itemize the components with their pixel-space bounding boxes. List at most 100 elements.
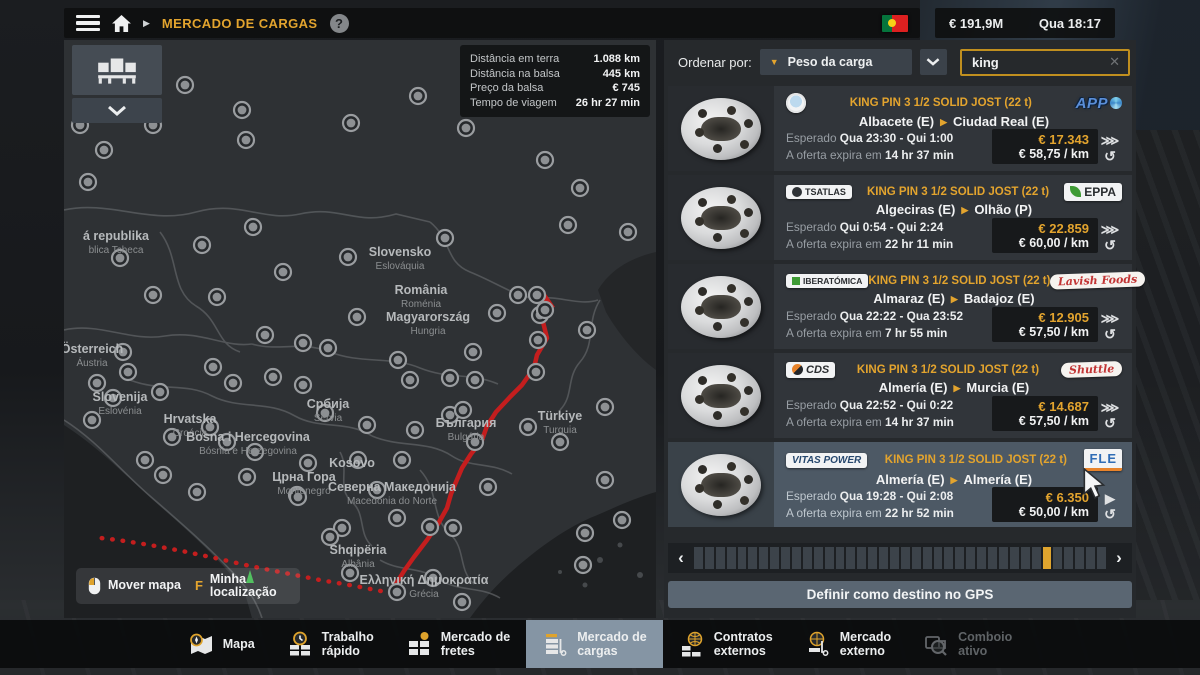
nav-item-contratos-externos[interactable]: Contratosexternos — [663, 620, 789, 668]
help-icon[interactable]: ? — [330, 14, 349, 33]
cargo-type-button[interactable] — [72, 45, 162, 95]
scroll-segment[interactable] — [988, 547, 997, 569]
return-trip-icon[interactable]: ↺ — [1104, 327, 1116, 342]
scroll-segment[interactable] — [923, 547, 932, 569]
cargo-times: Esperado Qui 0:54 - Qui 2:24 A oferta ex… — [786, 219, 953, 253]
nav-item-mercado-de-fretes[interactable]: Mercado defretes — [390, 620, 526, 668]
scroll-segment[interactable] — [705, 547, 714, 569]
cargo-offer-row[interactable]: IBERATÓMICA KING PIN 3 1/2 SOLID JOST (2… — [668, 264, 1132, 349]
list-scrollbar[interactable]: ‹ › — [668, 543, 1132, 573]
fast-forward-icon[interactable]: ⋙ — [1101, 311, 1120, 326]
svg-text:Shqipëria: Shqipëria — [330, 543, 388, 557]
scroll-segment[interactable] — [1075, 547, 1084, 569]
scroll-segment[interactable] — [738, 547, 747, 569]
scroll-segment[interactable] — [879, 547, 888, 569]
scroll-segment[interactable] — [1097, 547, 1106, 569]
scroll-segment[interactable] — [955, 547, 964, 569]
scroll-right-icon[interactable]: › — [1110, 545, 1128, 571]
my-location-hint[interactable]: F Minha localização — [195, 573, 288, 599]
fast-forward-icon[interactable]: ⋙ — [1101, 222, 1120, 237]
chevron-down-icon — [926, 58, 940, 66]
svg-text:Bosna i Hercegovina: Bosna i Hercegovina — [186, 430, 311, 444]
scroll-thumb[interactable] — [1043, 547, 1052, 569]
cargo-offer-row[interactable]: KING PIN 3 1/2 SOLID JOST (22 t) APP Alb… — [668, 86, 1132, 171]
scroll-segment[interactable] — [694, 547, 703, 569]
return-trip-icon[interactable]: ↺ — [1104, 507, 1116, 522]
svg-text:Slovensko: Slovensko — [369, 245, 432, 259]
nav-item-mercado-externo[interactable]: Mercadoexterno — [789, 620, 907, 668]
route-arrow-icon: ▶ — [945, 294, 964, 304]
search-box[interactable]: ✕ — [960, 49, 1130, 76]
svg-text:Roménia: Roménia — [401, 299, 441, 310]
menu-icon[interactable] — [76, 15, 100, 31]
sort-dropdown[interactable]: ▼ Peso da carga — [760, 49, 912, 75]
game-clock: Qua 18:17 — [1039, 16, 1101, 31]
scroll-segment[interactable] — [781, 547, 790, 569]
scroll-segment[interactable] — [846, 547, 855, 569]
scroll-segment[interactable] — [770, 547, 779, 569]
breadcrumb: MERCADO DE CARGAS — [162, 16, 318, 31]
scroll-segment[interactable] — [716, 547, 725, 569]
scroll-segment[interactable] — [814, 547, 823, 569]
nav-item-trabalho-r-pido[interactable]: Trabalhorápido — [271, 620, 390, 668]
collapse-button[interactable] — [72, 98, 162, 123]
scroll-segment[interactable] — [934, 547, 943, 569]
scroll-segment[interactable] — [868, 547, 877, 569]
scroll-segment[interactable] — [1053, 547, 1062, 569]
origin-city: Almaraz (E) — [873, 291, 945, 306]
scroll-segment[interactable] — [759, 547, 768, 569]
scroll-segment[interactable] — [803, 547, 812, 569]
svg-text:blica Tcheca: blica Tcheca — [89, 245, 144, 256]
return-trip-icon[interactable]: ↺ — [1104, 238, 1116, 253]
cargo-offer-row[interactable]: TSATLAS KING PIN 3 1/2 SOLID JOST (22 t)… — [668, 175, 1132, 260]
scroll-segment[interactable] — [890, 547, 899, 569]
nav-item-mapa[interactable]: Mapa — [172, 620, 271, 668]
return-trip-icon[interactable]: ↺ — [1104, 416, 1116, 431]
scroll-segment[interactable] — [748, 547, 757, 569]
scroll-segment[interactable] — [1032, 547, 1041, 569]
cargo-route: Almaraz (E)▶Badajoz (E) — [786, 291, 1122, 307]
scroll-segment[interactable] — [901, 547, 910, 569]
home-icon[interactable] — [112, 15, 131, 32]
nav-item-comboio-ativo: Comboioativo — [907, 620, 1028, 668]
cargo-title: KING PIN 3 1/2 SOLID JOST (22 t) — [867, 454, 1084, 466]
clear-search-icon[interactable]: ✕ — [1109, 54, 1120, 70]
scroll-segment[interactable] — [836, 547, 845, 569]
svg-text:Macedónia do Norte: Macedónia do Norte — [347, 496, 437, 507]
set-gps-destination-button[interactable]: Definir como destino no GPS — [668, 581, 1132, 608]
scroll-segment[interactable] — [792, 547, 801, 569]
svg-text:România: România — [395, 283, 449, 297]
scroll-segment[interactable] — [727, 547, 736, 569]
fast-forward-icon[interactable]: ▶ — [1105, 491, 1115, 506]
scroll-segment[interactable] — [825, 547, 834, 569]
cargo-route: Algeciras (E)▶Olhão (P) — [786, 202, 1122, 218]
route-arrow-icon: ▶ — [934, 117, 953, 127]
cargo-offer-row[interactable]: VITAS POWER KING PIN 3 1/2 SOLID JOST (2… — [668, 442, 1132, 527]
scroll-segment[interactable] — [999, 547, 1008, 569]
scroll-segment[interactable] — [1021, 547, 1030, 569]
scroll-segment[interactable] — [1010, 547, 1019, 569]
scroll-left-icon[interactable]: ‹ — [672, 545, 690, 571]
nav-item-mercado-de-cargas[interactable]: Mercado decargas — [526, 620, 662, 668]
svg-text:Bósnia e Herzegovina: Bósnia e Herzegovina — [199, 446, 297, 457]
search-input[interactable] — [970, 54, 1104, 71]
scroll-track[interactable] — [694, 547, 1106, 569]
scroll-segment[interactable] — [1064, 547, 1073, 569]
return-trip-icon[interactable]: ↺ — [1104, 149, 1116, 164]
scroll-segment[interactable] — [977, 547, 986, 569]
fast-forward-icon[interactable]: ⋙ — [1101, 400, 1120, 415]
nav-item-label: Mercadoexterno — [840, 630, 891, 659]
map-panel[interactable]: á republikablica TchecaSlovenskoEslováqu… — [64, 40, 656, 618]
scroll-segment[interactable] — [944, 547, 953, 569]
scroll-segment[interactable] — [912, 547, 921, 569]
scroll-segment[interactable] — [857, 547, 866, 569]
cargo-offer-row[interactable]: CDS KING PIN 3 1/2 SOLID JOST (22 t) Shu… — [668, 353, 1132, 438]
scroll-segment[interactable] — [1086, 547, 1095, 569]
sort-expand-button[interactable] — [920, 49, 947, 75]
cargo-thumbnail — [668, 353, 774, 438]
fast-forward-icon[interactable]: ⋙ — [1101, 133, 1120, 148]
pallet-icon — [542, 631, 568, 657]
player-money: € 191,9M — [949, 16, 1003, 31]
scroll-segment[interactable] — [966, 547, 975, 569]
destination-company-logo: FLE — [1084, 449, 1122, 471]
